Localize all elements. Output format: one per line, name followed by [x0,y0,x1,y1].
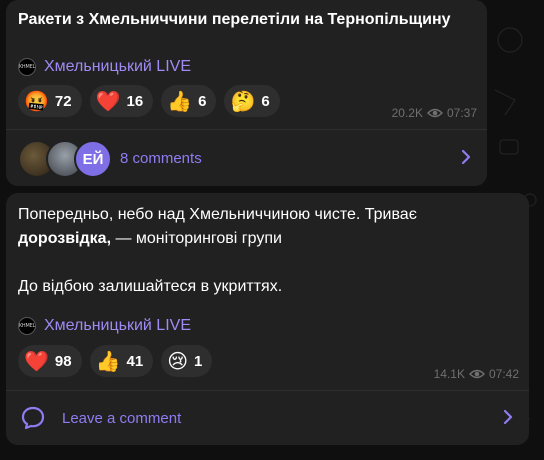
heart-icon: ❤️ [95,89,121,113]
reaction-thumbs-up[interactable]: 👍 6 [161,85,217,117]
channel-name: Хмельницький LIVE [44,58,191,75]
message-text: Попередньо, небо над Хмельниччиною чисте… [18,203,518,299]
reaction-heart[interactable]: ❤️ 16 [89,85,154,117]
message-bubble: Попередньо, небо над Хмельниччиною чисте… [6,193,529,445]
angry-face-icon: 🤬 [24,89,49,113]
reactions-bar: ❤️ 98 👍 41 😢 1 [18,345,213,377]
reaction-heart[interactable]: ❤️ 98 [18,345,82,377]
divider [6,129,487,130]
thumbs-up-icon: 👍 [95,349,121,373]
comment-bubble-icon [21,406,45,430]
reaction-crying[interactable]: 😢 1 [161,345,213,377]
commenter-avatars: ЕЙ [18,140,112,178]
view-count: 14.1K [433,367,465,381]
crying-face-icon: 😢 [167,349,189,373]
reaction-count: 1 [194,352,203,370]
message-text: Ракети з Хмельниччини перелетіли на Терн… [18,11,451,28]
message-bold-text: дорозвідка, [18,230,112,247]
thinking-face-icon: 🤔 [230,89,256,113]
comments-button[interactable]: ЕЙ 8 comments [6,138,487,178]
message-bubble: Ракети з Хмельниччини перелетіли на Терн… [6,0,487,186]
view-count: 20.2K [391,106,423,120]
message-meta: 20.2K 07:37 [392,106,477,120]
message-meta: 14.1K 07:42 [434,367,519,381]
chevron-right-icon [461,149,471,165]
channel-signature[interactable]: KHMEL Хмельницький LIVE [18,58,191,76]
message-line: До відбою залишайтеся в укриттях. [18,278,283,295]
chevron-right-icon [503,409,513,425]
reaction-count: 41 [126,352,144,370]
leave-comment-button[interactable]: Leave a comment [6,398,529,438]
channel-logo: KHMEL [18,58,36,76]
message-time: 07:37 [446,106,477,120]
reaction-count: 6 [261,92,270,110]
reactions-bar: 🤬 72 ❤️ 16 👍 6 🤔 6 [18,85,280,117]
channel-name: Хмельницький LIVE [44,317,191,334]
comments-label: 8 comments [120,149,202,167]
reaction-thumbs-up[interactable]: 👍 41 [89,345,154,377]
message-line: дорозвідка, — моніторингові групи [18,227,518,251]
channel-logo: KHMEL [18,317,36,335]
avatar: ЕЙ [74,140,112,178]
reaction-count: 72 [54,92,72,110]
message-time: 07:42 [488,367,519,381]
message-line: Попередньо, небо над Хмельниччиною чисте… [18,206,417,223]
thumbs-up-icon: 👍 [167,89,193,113]
eye-icon [426,108,443,118]
message-plain-text: — моніторингові групи [111,230,282,247]
reaction-count: 98 [54,352,72,370]
divider [6,390,529,391]
eye-icon [468,369,485,379]
reaction-angry[interactable]: 🤬 72 [18,85,82,117]
channel-signature[interactable]: KHMEL Хмельницький LIVE [18,317,191,335]
reaction-thinking[interactable]: 🤔 6 [224,85,280,117]
reaction-count: 16 [126,92,144,110]
comments-label: Leave a comment [62,409,182,427]
heart-icon: ❤️ [24,349,49,373]
reaction-count: 6 [198,92,207,110]
